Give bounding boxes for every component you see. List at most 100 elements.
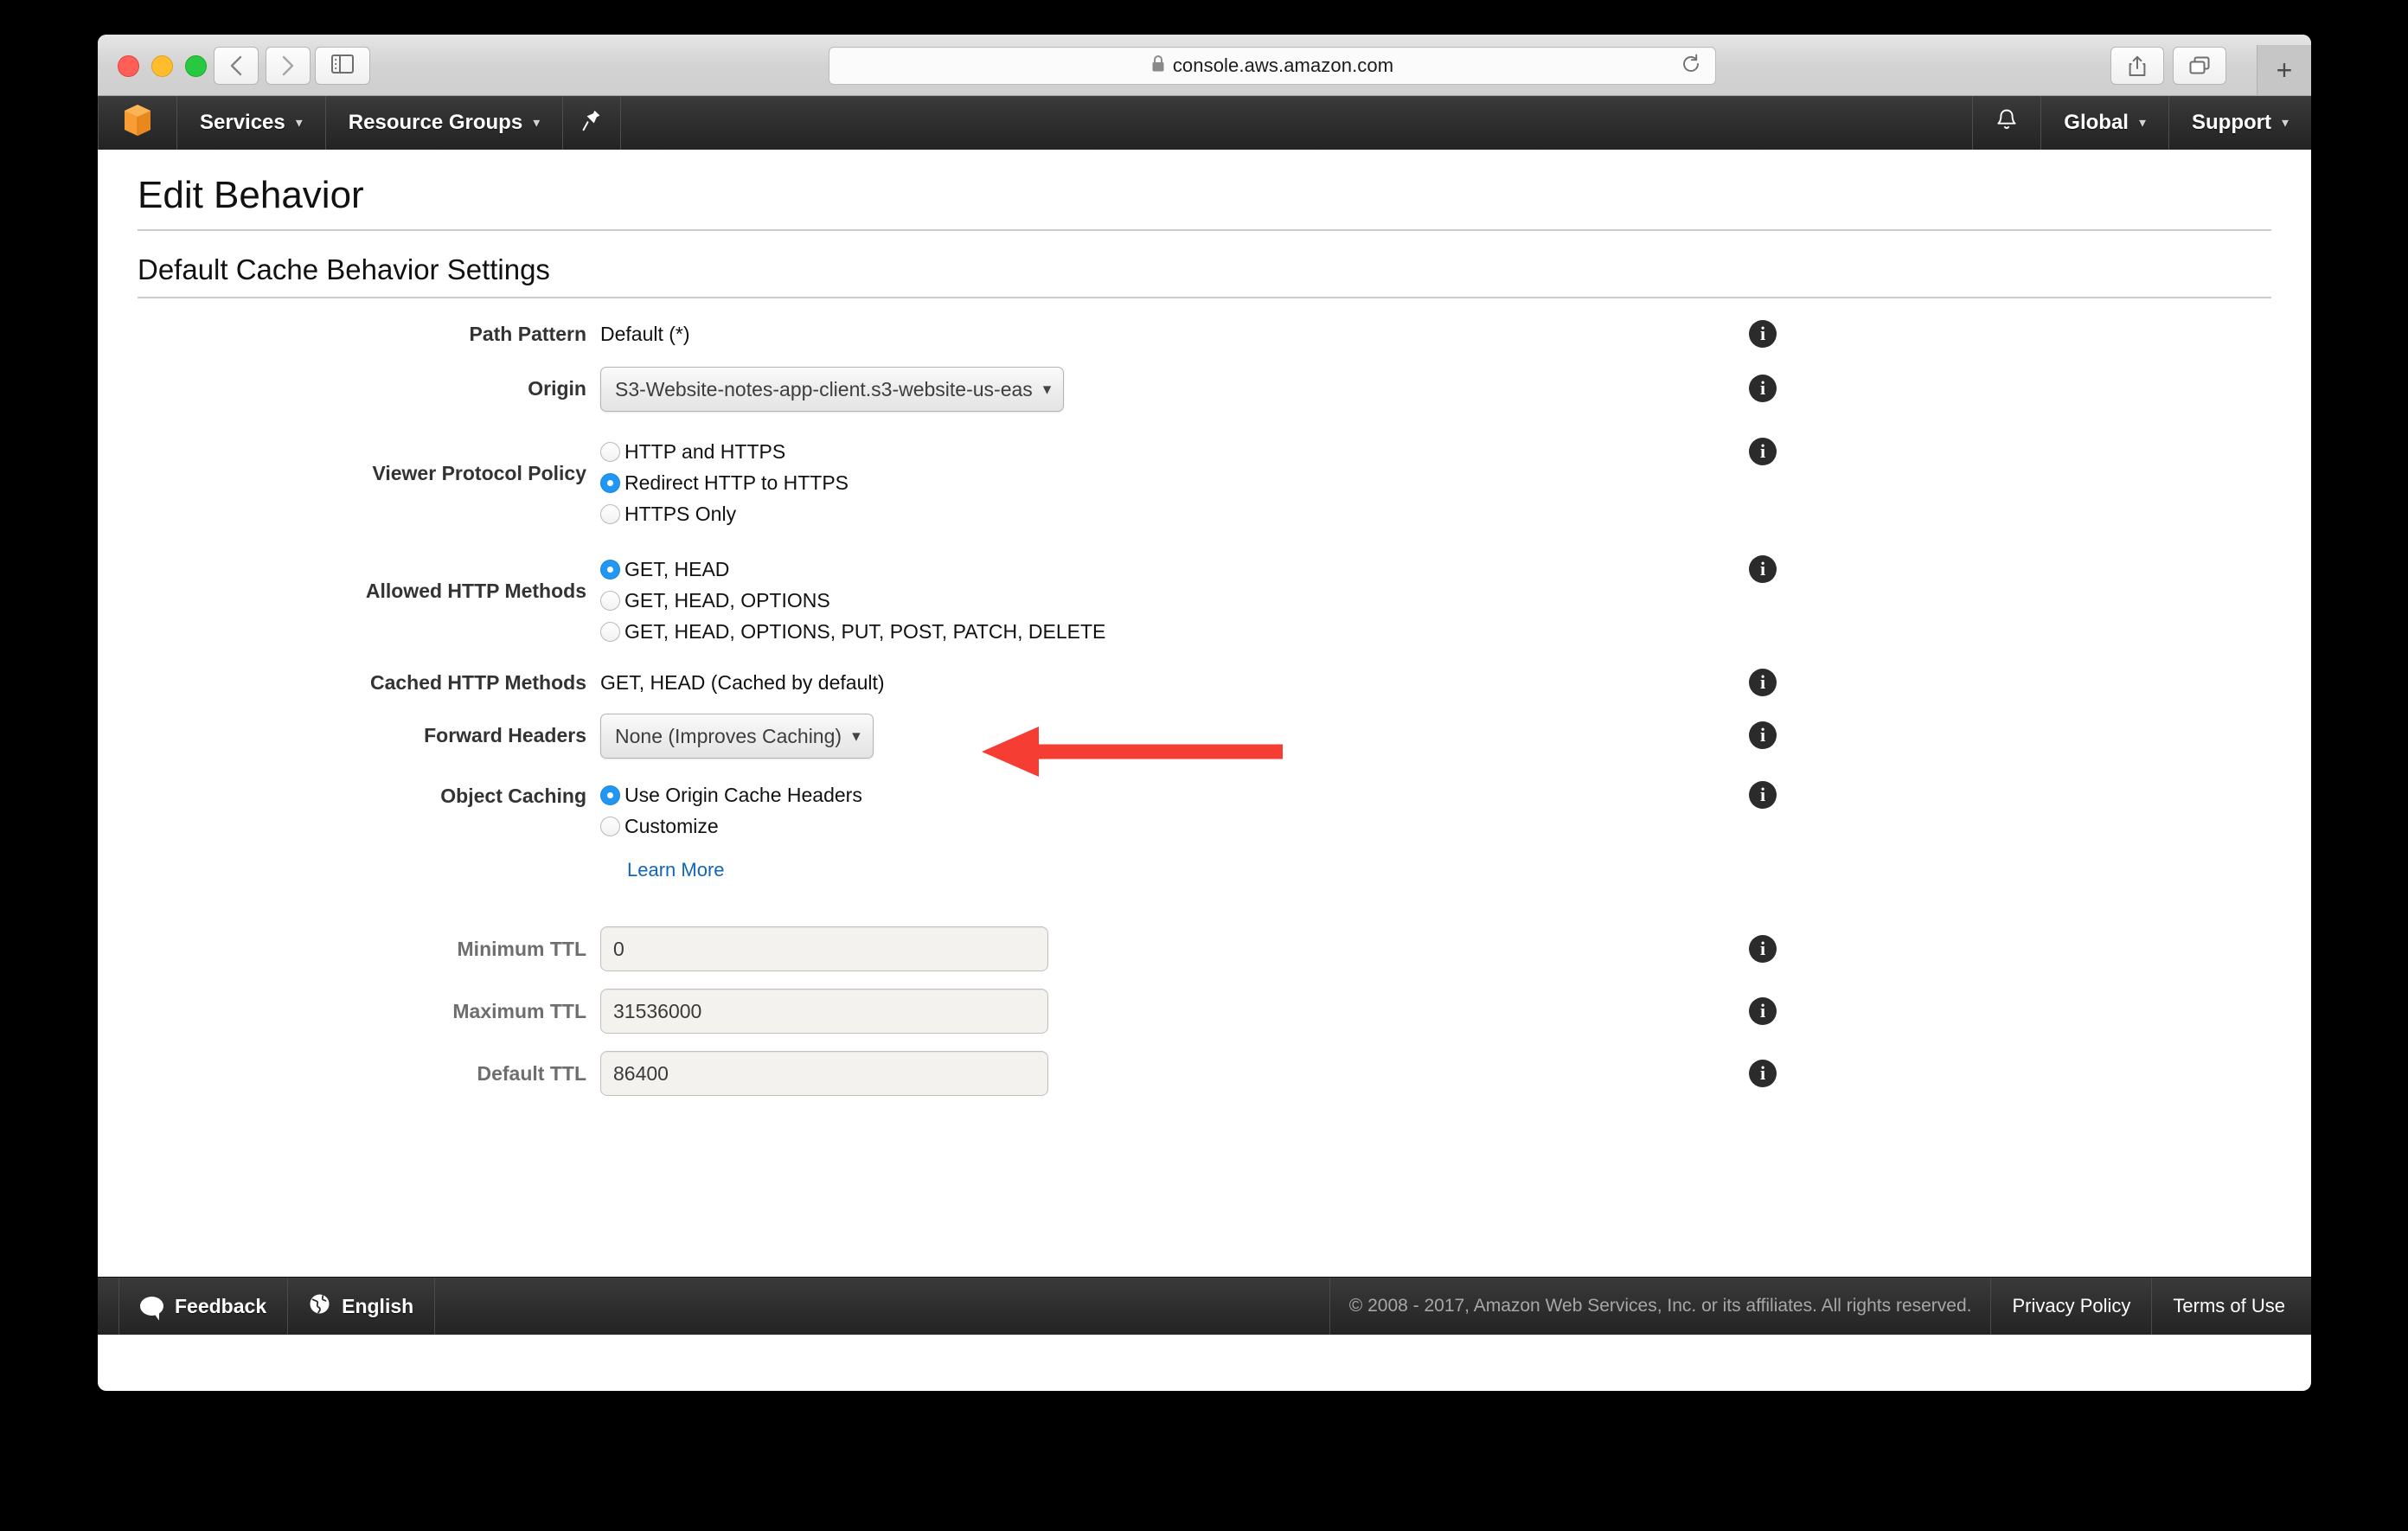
chevron-down-icon: ▾ bbox=[2281, 116, 2289, 131]
feedback-bubble-icon bbox=[140, 1297, 163, 1316]
address-bar[interactable]: console.aws.amazon.com bbox=[829, 47, 1716, 85]
navigation-buttons bbox=[214, 47, 311, 85]
cached-http-methods-value: GET, HEAD (Cached by default) bbox=[600, 671, 885, 694]
info-icon[interactable]: i bbox=[1749, 669, 1777, 696]
origin-select[interactable]: S3-Website-notes-app-client.s3-website-u… bbox=[600, 367, 1065, 412]
forward-headers-label: Forward Headers bbox=[424, 724, 586, 746]
resource-groups-menu[interactable]: Resource Groups ▾ bbox=[326, 96, 564, 150]
radio-option[interactable]: HTTP and HTTPS bbox=[600, 436, 2311, 467]
radio-label: HTTP and HTTPS bbox=[624, 439, 786, 463]
aws-top-navigation: Services ▾ Resource Groups ▾ Global ▾ Su… bbox=[98, 96, 2311, 150]
radio-option-selected[interactable]: Redirect HTTP to HTTPS bbox=[600, 467, 2311, 498]
globe-icon bbox=[309, 1293, 330, 1320]
radio-label: HTTPS Only bbox=[624, 502, 737, 525]
share-button[interactable] bbox=[2110, 47, 2164, 85]
form-row-path-pattern: Path Pattern Default (*) i bbox=[98, 320, 2311, 348]
info-icon[interactable]: i bbox=[1749, 721, 1777, 749]
info-icon[interactable]: i bbox=[1749, 781, 1777, 809]
feedback-button[interactable]: Feedback bbox=[118, 1278, 289, 1335]
aws-logo-button[interactable] bbox=[98, 96, 177, 150]
region-selector[interactable]: Global ▾ bbox=[2041, 96, 2169, 150]
object-caching-radio-group: Use Origin Cache Headers Customize bbox=[600, 779, 2311, 842]
info-icon[interactable]: i bbox=[1749, 320, 1777, 348]
radio-option[interactable]: HTTPS Only bbox=[600, 498, 2311, 529]
form-row-default-ttl: Default TTL i bbox=[98, 1051, 2311, 1096]
form-row-object-caching: Object Caching Use Origin Cache Headers … bbox=[98, 779, 2311, 881]
language-label: English bbox=[342, 1294, 414, 1317]
language-button[interactable]: English bbox=[288, 1278, 436, 1335]
viewer-protocol-policy-label: Viewer Protocol Policy bbox=[372, 462, 586, 484]
radio-option-selected[interactable]: GET, HEAD bbox=[600, 554, 2311, 585]
radio-indicator[interactable] bbox=[600, 590, 620, 611]
form-row-viewer-protocol-policy: Viewer Protocol Policy HTTP and HTTPS Re… bbox=[98, 436, 2311, 529]
radio-option[interactable]: Customize bbox=[600, 810, 2311, 842]
cache-behavior-form: Path Pattern Default (*) i Origin S3-Web… bbox=[98, 320, 2311, 1096]
radio-indicator[interactable] bbox=[600, 816, 620, 836]
radio-indicator[interactable] bbox=[600, 559, 620, 580]
browser-toolbar: console.aws.amazon.com + bbox=[98, 35, 2311, 96]
share-icon bbox=[2129, 55, 2146, 77]
default-ttl-input[interactable] bbox=[600, 1051, 1048, 1096]
info-icon[interactable]: i bbox=[1749, 997, 1777, 1025]
region-label: Global bbox=[2064, 111, 2129, 134]
info-icon[interactable]: i bbox=[1749, 438, 1777, 465]
window-traffic-lights bbox=[118, 55, 207, 77]
form-row-minimum-ttl: Minimum TTL i bbox=[98, 926, 2311, 971]
sidebar-toggle-icon bbox=[331, 54, 354, 78]
privacy-policy-link[interactable]: Privacy Policy bbox=[1991, 1278, 2153, 1335]
chevron-down-icon: ▾ bbox=[2138, 116, 2146, 131]
minimum-ttl-input[interactable] bbox=[600, 926, 1048, 971]
notifications-button[interactable] bbox=[1972, 96, 2042, 150]
forward-headers-select[interactable]: None (Improves Caching) ▾ bbox=[600, 714, 874, 759]
services-menu[interactable]: Services ▾ bbox=[177, 96, 326, 150]
radio-label: Use Origin Cache Headers bbox=[624, 783, 862, 806]
tabs-overview-button[interactable] bbox=[2173, 47, 2226, 85]
viewer-protocol-policy-radio-group: HTTP and HTTPS Redirect HTTP to HTTPS HT… bbox=[600, 436, 2311, 529]
reload-button[interactable] bbox=[1680, 54, 1701, 79]
maximum-ttl-input[interactable] bbox=[600, 989, 1048, 1034]
radio-option[interactable]: GET, HEAD, OPTIONS, PUT, POST, PATCH, DE… bbox=[600, 616, 2311, 647]
radio-label: GET, HEAD, OPTIONS bbox=[624, 588, 830, 612]
origin-label: Origin bbox=[528, 377, 586, 400]
lock-icon bbox=[1151, 54, 1165, 77]
radio-indicator[interactable] bbox=[600, 621, 620, 642]
close-window-button[interactable] bbox=[118, 55, 139, 77]
screen: console.aws.amazon.com + Services ▾ Reso… bbox=[0, 0, 2408, 1531]
maximum-ttl-label: Maximum TTL bbox=[452, 1000, 586, 1022]
terms-of-use-link[interactable]: Terms of Use bbox=[2152, 1278, 2311, 1335]
tabs-overview-icon bbox=[2189, 56, 2210, 75]
form-row-allowed-http-methods: Allowed HTTP Methods GET, HEAD GET, HEAD… bbox=[98, 554, 2311, 647]
reload-icon bbox=[1681, 54, 1701, 79]
radio-label: GET, HEAD, OPTIONS, PUT, POST, PATCH, DE… bbox=[624, 619, 1106, 643]
support-menu[interactable]: Support ▾ bbox=[2169, 96, 2311, 150]
radio-indicator[interactable] bbox=[600, 785, 620, 805]
chevron-down-icon: ▾ bbox=[533, 116, 541, 131]
pin-shortcut-button[interactable] bbox=[563, 96, 622, 150]
forward-button[interactable] bbox=[266, 47, 311, 85]
minimum-ttl-label: Minimum TTL bbox=[457, 938, 586, 960]
radio-indicator[interactable] bbox=[600, 441, 620, 462]
aws-cube-logo-icon bbox=[123, 103, 152, 144]
info-icon[interactable]: i bbox=[1749, 935, 1777, 963]
learn-more-link[interactable]: Learn More bbox=[627, 859, 725, 881]
radio-indicator[interactable] bbox=[600, 503, 620, 524]
support-label: Support bbox=[2191, 111, 2271, 134]
chevron-down-icon: ▾ bbox=[295, 116, 303, 131]
radio-indicator[interactable] bbox=[600, 472, 620, 493]
radio-option-selected[interactable]: Use Origin Cache Headers bbox=[600, 779, 2311, 810]
browser-right-tools bbox=[2110, 47, 2226, 85]
info-icon[interactable]: i bbox=[1749, 375, 1777, 402]
info-icon[interactable]: i bbox=[1749, 1060, 1777, 1087]
radio-option[interactable]: GET, HEAD, OPTIONS bbox=[600, 585, 2311, 616]
info-icon[interactable]: i bbox=[1749, 555, 1777, 583]
path-pattern-label: Path Pattern bbox=[469, 323, 586, 345]
minimize-window-button[interactable] bbox=[151, 55, 173, 77]
sidebar-toggle-button[interactable] bbox=[315, 47, 370, 85]
back-button[interactable] bbox=[214, 47, 259, 85]
new-tab-button[interactable]: + bbox=[2257, 45, 2311, 95]
chevron-down-icon: ▾ bbox=[1042, 380, 1052, 399]
maximize-window-button[interactable] bbox=[185, 55, 207, 77]
radio-label: GET, HEAD bbox=[624, 557, 730, 580]
section-title: Default Cache Behavior Settings bbox=[138, 231, 2271, 298]
bell-icon bbox=[1995, 108, 2018, 138]
